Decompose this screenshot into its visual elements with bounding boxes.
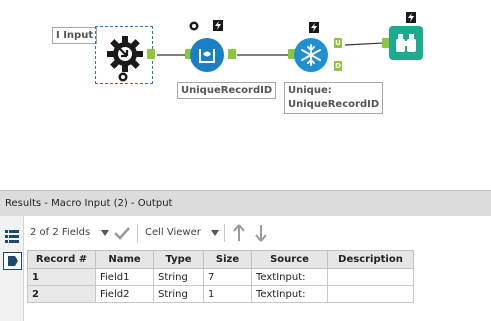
browse-tool[interactable] <box>389 26 423 60</box>
column-header[interactable]: Description <box>327 250 414 269</box>
connection-line <box>344 42 384 46</box>
table-row[interactable]: 1 Field1 String 7 TextInput: <box>27 268 414 286</box>
arrow-down-icon[interactable] <box>255 224 267 242</box>
browse-binoculars-icon <box>396 34 416 52</box>
duplicate-output-anchor[interactable]: D <box>334 61 342 71</box>
column-header[interactable]: Source <box>251 250 328 269</box>
q-badge-icon <box>189 21 199 31</box>
input-tool-label: I Input <box>52 27 98 44</box>
toolbar-separator <box>224 224 225 242</box>
name-cell[interactable]: Field1 <box>95 268 154 286</box>
name-cell[interactable]: Field2 <box>95 285 154 303</box>
description-cell[interactable] <box>327 268 414 286</box>
type-cell[interactable]: String <box>153 268 204 286</box>
record-id-icon <box>199 49 215 63</box>
size-cell[interactable]: 1 <box>203 285 252 303</box>
unique-id-label: UniqueRecordID <box>177 82 277 99</box>
column-header[interactable]: Name <box>95 250 154 269</box>
macro-input-gear-icon <box>107 36 143 72</box>
unique-output-anchor[interactable]: U <box>334 38 342 48</box>
lightning-icon <box>406 12 416 23</box>
type-cell[interactable]: String <box>153 285 204 303</box>
unique-snowflake-icon <box>301 44 321 66</box>
data-pointer-icon <box>8 256 18 266</box>
lightning-icon <box>309 22 319 33</box>
metadata-view-icon[interactable] <box>4 228 20 244</box>
output-anchor[interactable] <box>147 49 155 59</box>
data-view-tab[interactable] <box>3 252 22 270</box>
column-header[interactable]: Size <box>203 250 252 269</box>
table-header-row: Record # Name Type Size Source Descripti… <box>27 250 414 269</box>
record-number-cell[interactable]: 2 <box>27 285 96 303</box>
lightning-icon <box>213 20 223 31</box>
size-cell[interactable]: 7 <box>203 268 252 286</box>
output-anchor[interactable] <box>228 49 236 59</box>
results-title-bar: Results - Macro Input (2) - Output <box>0 190 491 216</box>
results-toolbar: 2 of 2 Fields Cell Viewer <box>25 219 491 247</box>
workflow-canvas[interactable]: I Input UniqueRecordID U D Unique: Uniqu… <box>0 0 491 190</box>
source-cell[interactable]: TextInput: <box>251 268 328 286</box>
unique-label-line2: UniqueRecordID <box>288 99 380 110</box>
fields-selector[interactable]: 2 of 2 Fields <box>30 219 90 247</box>
column-header[interactable]: Type <box>153 250 204 269</box>
macro-input-tool[interactable] <box>95 26 153 84</box>
q-badge-icon <box>118 72 128 82</box>
cell-viewer-selector[interactable]: Cell Viewer <box>145 219 201 247</box>
chevron-down-icon[interactable] <box>211 230 219 236</box>
description-cell[interactable] <box>327 285 414 303</box>
list-icon <box>5 230 19 243</box>
record-number-cell[interactable]: 1 <box>27 268 96 286</box>
record-id-tool[interactable] <box>190 38 224 72</box>
results-title: Results - Macro Input (2) - Output <box>5 198 173 209</box>
unique-tool[interactable] <box>294 38 328 72</box>
metadata-table: Record # Name Type Size Source Descripti… <box>27 250 414 303</box>
table-row[interactable]: 2 Field2 String 1 TextInput: <box>27 285 414 303</box>
results-side-strip <box>0 216 24 321</box>
source-cell[interactable]: TextInput: <box>251 285 328 303</box>
toolbar-separator <box>137 224 138 242</box>
column-header[interactable]: Record # <box>27 250 96 269</box>
arrow-up-icon[interactable] <box>233 224 245 242</box>
chevron-down-icon[interactable] <box>101 230 109 236</box>
unique-label-line1: Unique: <box>288 85 332 96</box>
unique-label: Unique: UniqueRecordID <box>284 82 384 114</box>
checkmark-icon[interactable] <box>114 226 130 240</box>
